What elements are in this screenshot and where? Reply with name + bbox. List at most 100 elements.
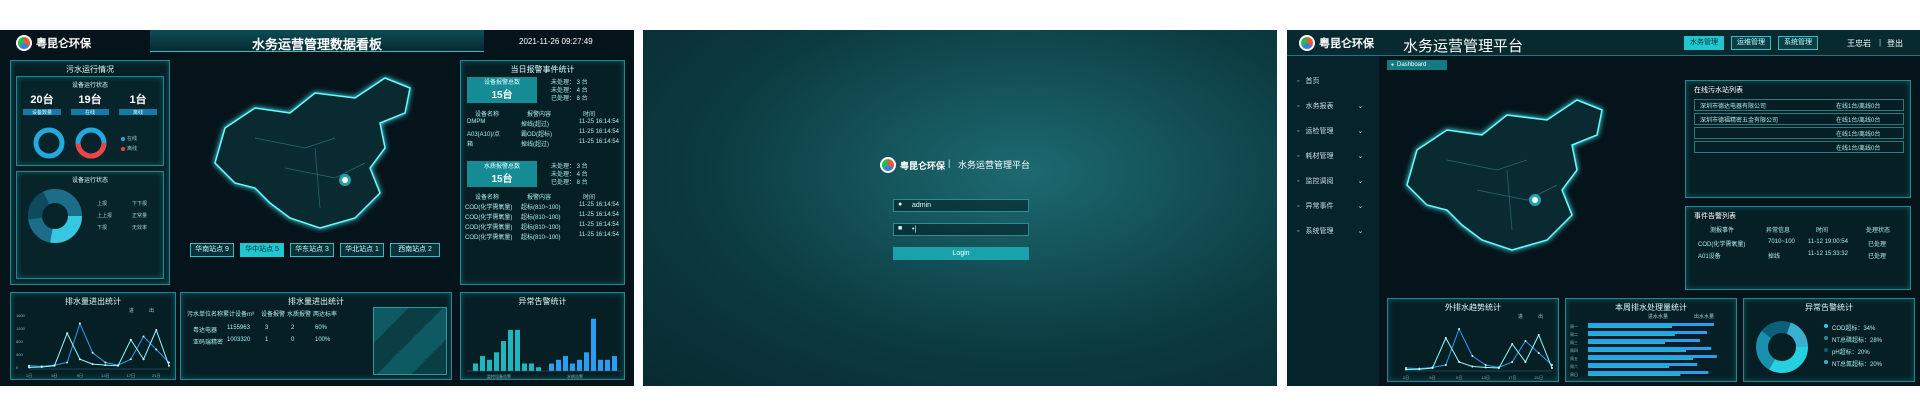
login-screen: 粤昆仑环保 | 水务运营管理平台 admin ● •| ■ Login bbox=[643, 30, 1277, 386]
abnormal-bar-chart: 监控设备告警 水质告警 bbox=[467, 318, 621, 379]
device-status-title: 设备运行状态 bbox=[71, 83, 108, 89]
drain-table-title: 排水量进出统计 bbox=[288, 297, 344, 306]
nav-water-button[interactable]: 水务管理 bbox=[1684, 36, 1724, 50]
event-cell: 11-25 16:14:54 bbox=[579, 129, 619, 135]
alert-header-cell: 测报事件 bbox=[1710, 228, 1735, 234]
data-point bbox=[1551, 367, 1553, 369]
china-map bbox=[214, 77, 411, 229]
stations-title: 在线污水站列表 bbox=[1694, 87, 1743, 94]
bar-in bbox=[1588, 331, 1707, 334]
drain-cell: 60% bbox=[315, 325, 328, 331]
station-name: 深圳市德福精密五金有限公司 bbox=[1700, 118, 1779, 124]
event-cell: 11-25 16:14:54 bbox=[579, 202, 619, 208]
nav-ops-button[interactable]: 运维管理 bbox=[1731, 36, 1771, 50]
drain-cell: 1155963 bbox=[227, 325, 250, 331]
station-status: 在线1台/离线0台 bbox=[1836, 132, 1881, 138]
bar-out bbox=[1588, 334, 1675, 336]
data-point bbox=[91, 351, 94, 354]
menu-bullet-icon: ◦ bbox=[1297, 102, 1300, 110]
bar bbox=[473, 363, 478, 371]
abnormal-chart-title: 异常告警统计 bbox=[518, 297, 567, 306]
sidebar-item[interactable]: ◦ 系统管理 ⌄ bbox=[1297, 226, 1363, 236]
station-name: 深圳市德达电器有限公司 bbox=[1700, 104, 1767, 110]
menu-bullet-icon: ◦ bbox=[1297, 77, 1300, 85]
logout-link[interactable]: 登出 bbox=[1887, 38, 1903, 49]
drain-header-cell: 两达标率 bbox=[313, 312, 338, 318]
sidebar-item[interactable]: ◦ 异常事件 ⌄ bbox=[1297, 201, 1363, 211]
legend-dot-icon bbox=[1824, 348, 1828, 352]
password-field[interactable]: •| bbox=[893, 223, 1029, 236]
data-point bbox=[1444, 364, 1447, 366]
bar bbox=[584, 352, 589, 371]
events-panel: 当日报警事件统计 设备报警总数 15台 未处理： 3 台 未处理： 4 台 已处… bbox=[460, 60, 625, 285]
bar bbox=[570, 363, 575, 371]
brand-mark-icon bbox=[16, 35, 32, 51]
sidebar-item-label: 水务报表 bbox=[1305, 103, 1334, 110]
x-tick-label: 21日 bbox=[152, 373, 160, 378]
region-central-button[interactable]: 华中站点 5 bbox=[240, 243, 284, 257]
tab-dashboard[interactable]: Dashboard bbox=[1387, 60, 1447, 70]
alert-cell: COD(化学需氧量) bbox=[1698, 242, 1746, 248]
data-point bbox=[28, 366, 30, 369]
alert-header-cell: 异常信息 bbox=[1766, 228, 1791, 234]
sidebar-item-label: 耗材管理 bbox=[1305, 153, 1334, 160]
sidebar-item[interactable]: ◦ 水务报表 ⌄ bbox=[1297, 101, 1363, 111]
station-status: 在线1台/离线0台 bbox=[1836, 104, 1881, 110]
menu-bullet-icon: ◦ bbox=[1297, 127, 1300, 135]
user-icon: ● bbox=[898, 201, 903, 208]
stat-total: 20台 设备数量 bbox=[23, 91, 61, 116]
data-point bbox=[155, 348, 158, 351]
dashboard-screen: 粤昆仑环保 水务运营管理数据看板 2021-11-26 09:27:49 污水运… bbox=[0, 30, 634, 386]
y-tick-label: 周五 bbox=[1570, 355, 1578, 361]
sidebar-item[interactable]: ◦ 运检管理 ⌄ bbox=[1297, 126, 1363, 136]
data-point bbox=[78, 358, 81, 361]
data-point bbox=[142, 358, 145, 361]
series-line-出 bbox=[28, 328, 170, 368]
video-grid[interactable] bbox=[373, 307, 447, 375]
x-tick-label: 水质告警 bbox=[567, 373, 583, 379]
legend-f: 无效率 bbox=[132, 225, 148, 231]
x-tick-label: 监控设备告警 bbox=[487, 373, 511, 379]
event-cell: 超标(810~100) bbox=[521, 205, 561, 211]
event-cell: 超标(810~100) bbox=[521, 235, 561, 241]
legend-dot-icon bbox=[1824, 360, 1828, 364]
bar bbox=[612, 356, 617, 371]
drain-header-cell: 水质报警 bbox=[287, 312, 312, 318]
y-tick-label: 周一 bbox=[1570, 323, 1578, 329]
region-southwest-button[interactable]: 西南站点 2 bbox=[390, 243, 440, 257]
weekly-title: 本周排水处理量统计 bbox=[1615, 303, 1687, 312]
weekly-legend-out: 出水水量 bbox=[1694, 314, 1715, 320]
login-button[interactable]: Login bbox=[893, 247, 1029, 260]
sidebar-item[interactable]: ◦ 耗材管理 ⌄ bbox=[1297, 151, 1363, 161]
nav-system-button[interactable]: 系统管理 bbox=[1778, 36, 1818, 50]
alarm-pie-title: 异常告警统计 bbox=[1805, 303, 1853, 312]
run-status-box: 设备运行状态 上报 下下报 上上报 正常量 下报 无效率 bbox=[16, 171, 164, 279]
region-north-button[interactable]: 华北站点 1 bbox=[340, 243, 384, 257]
y-tick-label: 0 bbox=[16, 365, 19, 370]
bar bbox=[494, 352, 499, 371]
data-point bbox=[129, 338, 132, 341]
sidebar-item[interactable]: ◦ 监控调阅 ⌄ bbox=[1297, 176, 1363, 186]
bar-out bbox=[1588, 326, 1672, 328]
outflow-line-chart: 1日 5日 9日 13日 17日 21日 bbox=[1403, 327, 1553, 380]
username-field[interactable]: admin bbox=[893, 199, 1029, 212]
bar bbox=[591, 318, 596, 371]
bar bbox=[515, 329, 520, 371]
page-title: 水务运营管理数据看板 bbox=[251, 37, 382, 52]
data-point bbox=[117, 364, 120, 367]
legend-b: 下下报 bbox=[132, 201, 148, 207]
sidebar-item[interactable]: ◦ 首页 bbox=[1297, 76, 1319, 86]
drain-header-cell: 污水单位名称 bbox=[187, 312, 224, 318]
region-south-button[interactable]: 华南站点 9 bbox=[190, 243, 234, 257]
bar bbox=[598, 359, 603, 371]
bar-out bbox=[1588, 358, 1693, 360]
menu-bullet-icon: ◦ bbox=[1297, 202, 1300, 210]
data-point bbox=[91, 363, 94, 366]
region-east-button[interactable]: 华东站点 3 bbox=[290, 243, 334, 257]
lock-icon: ■ bbox=[898, 225, 903, 232]
alarm-donut bbox=[1756, 321, 1808, 373]
bar bbox=[536, 367, 541, 371]
bar bbox=[563, 356, 568, 371]
user-name[interactable]: 王忠岩 bbox=[1847, 38, 1871, 49]
bar-out bbox=[1588, 350, 1686, 352]
